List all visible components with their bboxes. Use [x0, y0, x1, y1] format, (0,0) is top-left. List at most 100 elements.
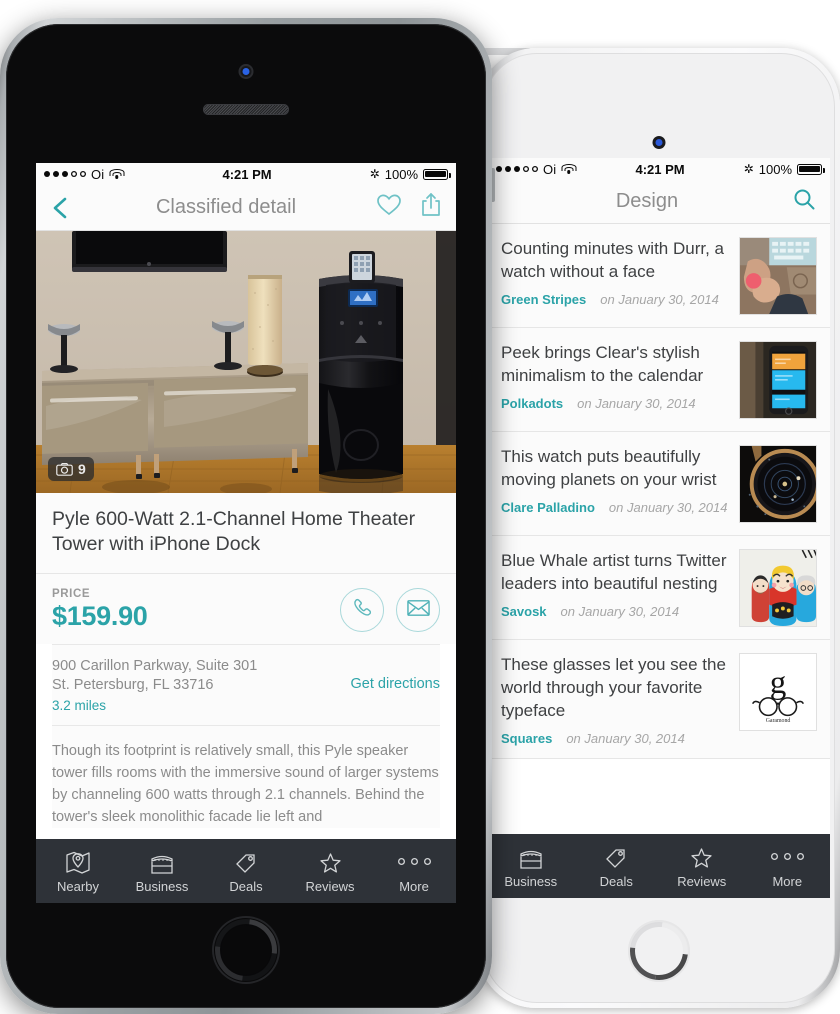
status-bar-left: Oi: [496, 162, 577, 177]
address-block: 900 Carillon Parkway, Suite 301 St. Pete…: [52, 657, 351, 713]
left-navbar: Classified detail: [36, 185, 456, 231]
contact-buttons: [340, 588, 440, 632]
search-icon[interactable]: [792, 187, 816, 216]
price-row: PRICE $159.90: [36, 574, 456, 644]
tab-label: Business: [135, 878, 189, 894]
battery-percent-label: 100%: [384, 166, 418, 182]
battery-icon: [797, 163, 825, 175]
address-row: 900 Carillon Parkway, Suite 301 St. Pete…: [52, 644, 440, 725]
tab-reviews[interactable]: Reviews: [659, 844, 745, 889]
article-date: on January 30, 2014: [608, 500, 728, 515]
wifi-icon: [109, 168, 125, 180]
tab-label: Reviews: [305, 878, 355, 894]
storefront-icon: [149, 849, 175, 875]
bluetooth-icon: ✲: [743, 162, 754, 176]
envelope-icon: [406, 599, 430, 622]
article-title: This watch puts beautifully moving plane…: [501, 447, 717, 489]
tab-deals[interactable]: Deals: [204, 849, 288, 894]
tab-business[interactable]: Business: [120, 849, 204, 894]
list-item[interactable]: Peek brings Clear's stylish minimalism t…: [488, 328, 830, 432]
phone-icon: [352, 597, 373, 623]
article-date: on January 30, 2014: [577, 396, 696, 411]
photo-count-badge[interactable]: 9: [48, 457, 94, 481]
right-navbar: Design: [488, 180, 830, 224]
status-bar: Oi 4:21 PM ✲ 100%: [36, 163, 456, 185]
wifi-icon: [561, 163, 577, 175]
svg-text:g: g: [770, 664, 787, 701]
star-icon: [318, 849, 343, 875]
clock-label: 4:21 PM: [222, 166, 272, 182]
get-directions-link[interactable]: Get directions: [351, 657, 440, 692]
list-item[interactable]: Blue Whale artist turns Twitter leaders …: [488, 536, 830, 640]
battery-percent-label: 100%: [758, 161, 792, 177]
heart-icon[interactable]: [376, 193, 402, 222]
right-tab-bar: Business Deals Reviews More: [488, 834, 830, 898]
address-line-2: St. Petersburg, FL 33716: [52, 677, 214, 693]
article-body: This watch puts beautifully moving plane…: [501, 445, 727, 523]
home-button[interactable]: [212, 916, 280, 984]
list-item[interactable]: This watch puts beautifully moving plane…: [488, 432, 830, 536]
ellipsis-icon: [771, 844, 804, 870]
article-title: Counting minutes with Durr, a watch with…: [501, 239, 724, 281]
list-item[interactable]: Counting minutes with Durr, a watch with…: [488, 224, 830, 328]
listing-photo[interactable]: 9: [36, 231, 456, 493]
article-author[interactable]: Clare Palladino: [501, 500, 595, 515]
front-camera-icon: [652, 136, 666, 149]
navbar-actions: [376, 192, 442, 223]
article-author[interactable]: Savosk: [501, 604, 547, 619]
tab-more[interactable]: More: [745, 844, 831, 889]
back-button[interactable]: [50, 195, 76, 221]
price-label: PRICE: [52, 588, 91, 600]
description-text: Though its footprint is relatively small…: [52, 743, 439, 825]
article-author[interactable]: Green Stripes: [501, 292, 586, 307]
tab-label: More: [772, 873, 803, 889]
article-thumbnail: [739, 549, 817, 627]
tab-label: More: [399, 878, 429, 894]
right-page-title: Design: [615, 190, 679, 212]
article-body: Counting minutes with Durr, a watch with…: [501, 237, 727, 315]
call-button[interactable]: [340, 588, 384, 632]
article-author[interactable]: Squares: [501, 731, 552, 746]
article-meta: Polkadots on January 30, 2014: [501, 396, 727, 411]
tab-business[interactable]: Business: [488, 844, 574, 889]
share-icon[interactable]: [420, 192, 442, 223]
status-bar-right: ✲ 100%: [743, 161, 825, 177]
listing-photo-image: [36, 231, 456, 493]
right-phone-screen: Oi 4:21 PM ✲ 100% Design Counting minute…: [488, 158, 830, 898]
home-button[interactable]: [628, 920, 690, 982]
article-thumbnail: g Garamond: [739, 653, 817, 731]
right-phone-device: Oi 4:21 PM ✲ 100% Design Counting minute…: [478, 48, 840, 1008]
star-icon: [689, 844, 714, 870]
page-title: Classified detail: [155, 196, 297, 218]
article-meta: Savosk on January 30, 2014: [501, 604, 727, 619]
tab-label: Reviews: [677, 873, 727, 889]
article-meta: Green Stripes on January 30, 2014: [501, 292, 727, 307]
article-meta: Squares on January 30, 2014: [501, 731, 727, 746]
price-block: PRICE $159.90: [52, 588, 340, 632]
signal-strength-icon: [496, 166, 538, 172]
tab-more[interactable]: More: [372, 849, 456, 894]
status-bar-right: ✲ 100%: [370, 166, 451, 182]
tag-icon: [234, 849, 258, 875]
listing-title-card: Pyle 600-Watt 2.1-Channel Home Theater T…: [36, 493, 456, 574]
article-thumbnail: [739, 237, 817, 315]
article-thumbnail: [739, 341, 817, 419]
photo-count-label: 9: [78, 461, 86, 477]
article-author[interactable]: Polkadots: [501, 396, 563, 411]
tab-deals[interactable]: Deals: [574, 844, 660, 889]
svg-text:Garamond: Garamond: [766, 718, 791, 724]
tab-label: Business: [504, 873, 558, 889]
article-title: Blue Whale artist turns Twitter leaders …: [501, 551, 727, 593]
tab-nearby[interactable]: Nearby: [36, 849, 120, 894]
email-button[interactable]: [396, 588, 440, 632]
tab-reviews[interactable]: Reviews: [288, 849, 372, 894]
left-phone-device: Oi 4:21 PM ✲ 100% Classified detail 9 Py…: [0, 18, 495, 1014]
clock-label: 4:21 PM: [635, 161, 685, 177]
tag-icon: [604, 844, 628, 870]
article-title: These glasses let you see the world thro…: [501, 655, 726, 720]
price-value: $159.90: [52, 601, 148, 631]
article-date: on January 30, 2014: [566, 731, 685, 746]
article-thumbnail: [739, 445, 817, 523]
tab-label: Deals: [599, 873, 633, 889]
list-item[interactable]: These glasses let you see the world thro…: [488, 640, 830, 759]
